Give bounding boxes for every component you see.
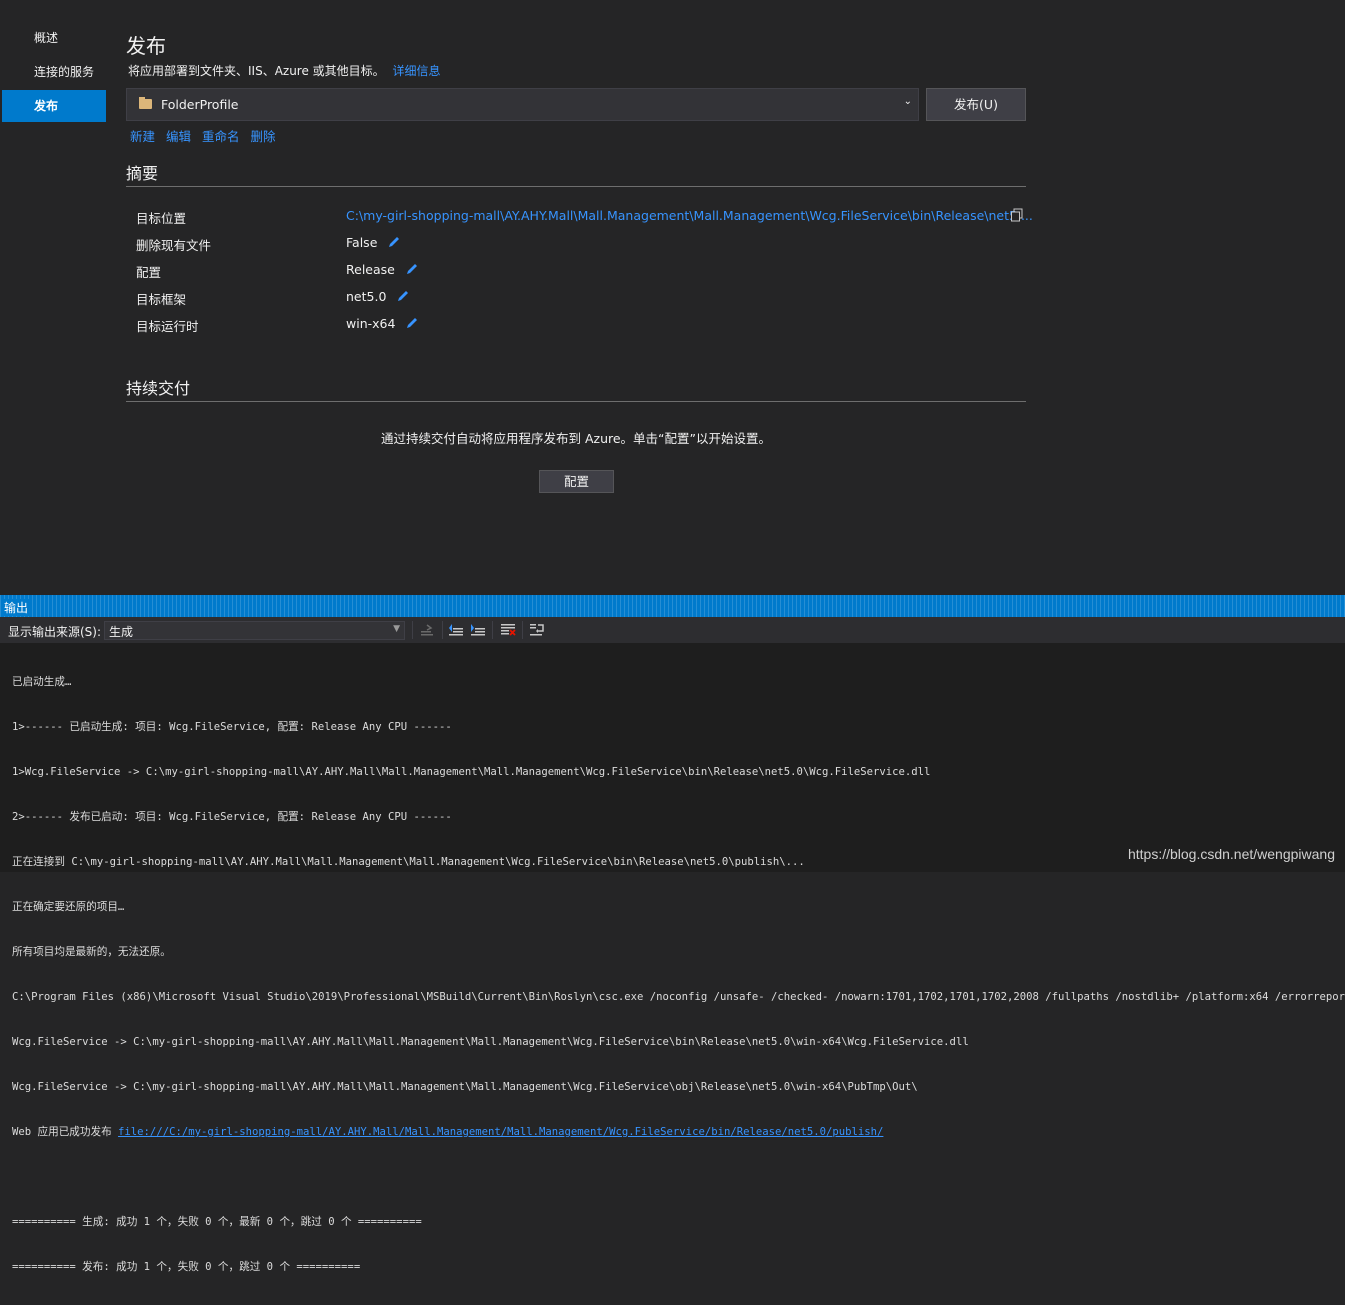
- output-line: 所有项目均是最新的，无法还原。: [12, 946, 171, 958]
- output-line: 2>------ 发布已启动: 项目: Wcg.FileService, 配置:…: [12, 811, 452, 823]
- output-line: Wcg.FileService -> C:\my-girl-shopping-m…: [12, 1036, 969, 1048]
- continuous-delivery-title: 持续交付: [126, 379, 191, 398]
- page-subtitle: 将应用部署到文件夹、IIS、Azure 或其他目标。 详细信息: [128, 62, 441, 79]
- output-source-label: 显示输出来源(S):: [8, 625, 102, 639]
- delete-profile-link[interactable]: 删除: [251, 129, 276, 144]
- output-line: 正在确定要还原的项目…: [12, 901, 125, 913]
- profile-name: FolderProfile: [161, 97, 239, 112]
- toolbar-separator: [522, 621, 523, 639]
- output-line: 1>------ 已启动生成: 项目: Wcg.FileService, 配置:…: [12, 721, 452, 733]
- chevron-down-icon: ⌄: [903, 96, 912, 107]
- pencil-icon[interactable]: [396, 289, 410, 303]
- nav-item-connected-services[interactable]: 连接的服务: [2, 56, 106, 88]
- copy-icon[interactable]: [1010, 208, 1024, 222]
- output-summary-line: ========== 发布: 成功 1 个，失败 0 个，跳过 0 个 ====…: [12, 1261, 361, 1273]
- configuration-value: Release: [346, 262, 395, 277]
- go-to-previous-message-icon[interactable]: [448, 622, 464, 638]
- watermark: https://blog.csdn.net/wengpiwang: [1127, 846, 1335, 862]
- summary-row-configuration: 配置 Release: [136, 262, 1026, 282]
- summary-label: 目标运行时: [136, 319, 199, 334]
- subtitle-text: 将应用部署到文件夹、IIS、Azure 或其他目标。: [128, 64, 385, 78]
- summary-value: False: [346, 235, 401, 250]
- summary-label: 目标框架: [136, 292, 187, 307]
- output-title: 输出: [4, 599, 33, 616]
- delete-existing-value: False: [346, 235, 378, 250]
- output-toolbar: 显示输出来源(S): 生成 ▼: [0, 617, 1345, 643]
- output-line-publish-success: Web 应用已成功发布 file:///C:/my-girl-shopping-…: [12, 1125, 1345, 1140]
- toolbar-separator: [412, 621, 413, 639]
- pencil-icon[interactable]: [405, 262, 419, 276]
- output-line: 1>Wcg.FileService -> C:\my-girl-shopping…: [12, 766, 931, 778]
- output-line: 已启动生成…: [12, 676, 72, 688]
- output-source-value: 生成: [109, 625, 134, 639]
- pencil-icon[interactable]: [405, 316, 419, 330]
- edit-profile-link[interactable]: 编辑: [166, 129, 191, 144]
- output-line-blank: [12, 1170, 1345, 1185]
- summary-label: 目标位置: [136, 211, 187, 226]
- nav-item-overview[interactable]: 概述: [2, 22, 106, 54]
- chevron-down-icon: ▼: [393, 624, 400, 634]
- publish-success-text: Web 应用已成功发布: [12, 1126, 119, 1138]
- target-location-link[interactable]: C:\my-girl-shopping-mall\AY.AHY.Mall\Mal…: [346, 208, 1033, 223]
- new-profile-link[interactable]: 新建: [130, 129, 155, 144]
- clear-all-icon[interactable]: [500, 622, 516, 638]
- continuous-delivery-description: 通过持续交付自动将应用程序发布到 Azure。单击“配置”以开始设置。: [380, 431, 772, 446]
- pencil-icon[interactable]: [387, 235, 401, 249]
- folder-icon: [139, 97, 152, 109]
- continuous-delivery-divider: [126, 401, 1026, 402]
- publish-button[interactable]: 发布(U): [926, 88, 1026, 121]
- summary-value: net5.0: [346, 289, 410, 304]
- target-framework-value: net5.0: [346, 289, 387, 304]
- left-nav: 概述 连接的服务 发布: [0, 0, 108, 592]
- target-runtime-value: win-x64: [346, 316, 396, 331]
- summary-row-target-framework: 目标框架 net5.0: [136, 289, 1026, 309]
- configure-button[interactable]: 配置: [539, 470, 614, 493]
- output-panel: 输出 显示输出来源(S): 生成 ▼ 已启动生成… 1>------ 已启动生成…: [0, 595, 1345, 1273]
- output-line: Wcg.FileService -> C:\my-girl-shopping-m…: [12, 1081, 918, 1093]
- output-line: C:\Program Files (x86)\Microsoft Visual …: [12, 991, 1345, 1003]
- summary-divider: [126, 186, 1026, 187]
- summary-value: Release: [346, 262, 419, 277]
- publish-folder-link[interactable]: file:///C:/my-girl-shopping-mall/AY.AHY.…: [118, 1126, 883, 1138]
- toolbar-separator: [442, 621, 443, 639]
- details-link[interactable]: 详细信息: [393, 64, 441, 78]
- rename-profile-link[interactable]: 重命名: [202, 129, 240, 144]
- summary-label: 删除现有文件: [136, 238, 212, 253]
- toggle-word-wrap-icon[interactable]: [529, 622, 545, 638]
- nav-item-publish[interactable]: 发布: [2, 90, 106, 122]
- summary-row-target-location: 目标位置 C:\my-girl-shopping-mall\AY.AHY.Mal…: [136, 208, 1033, 228]
- summary-label: 配置: [136, 265, 162, 280]
- output-summary-line: ========== 生成: 成功 1 个，失败 0 个，最新 0 个，跳过 0…: [12, 1216, 422, 1228]
- publish-page: 发布 将应用部署到文件夹、IIS、Azure 或其他目标。 详细信息 Folde…: [108, 0, 1345, 592]
- go-to-next-message-icon[interactable]: [470, 622, 486, 638]
- output-source-dropdown[interactable]: 生成 ▼: [104, 621, 405, 640]
- profile-dropdown[interactable]: FolderProfile ⌄: [126, 88, 919, 121]
- summary-title: 摘要: [126, 164, 159, 183]
- page-title: 发布: [126, 34, 166, 58]
- summary-row-delete-existing: 删除现有文件 False: [136, 235, 1026, 255]
- find-message-in-code-icon[interactable]: [419, 622, 435, 638]
- summary-row-target-runtime: 目标运行时 win-x64: [136, 316, 1026, 336]
- summary-value: win-x64: [346, 316, 419, 331]
- output-title-bar: 输出: [0, 595, 1345, 617]
- output-text[interactable]: 已启动生成… 1>------ 已启动生成: 项目: Wcg.FileServi…: [12, 645, 1345, 1305]
- profile-actions: 新建 编辑 重命名 删除: [130, 126, 283, 145]
- toolbar-separator: [492, 621, 493, 639]
